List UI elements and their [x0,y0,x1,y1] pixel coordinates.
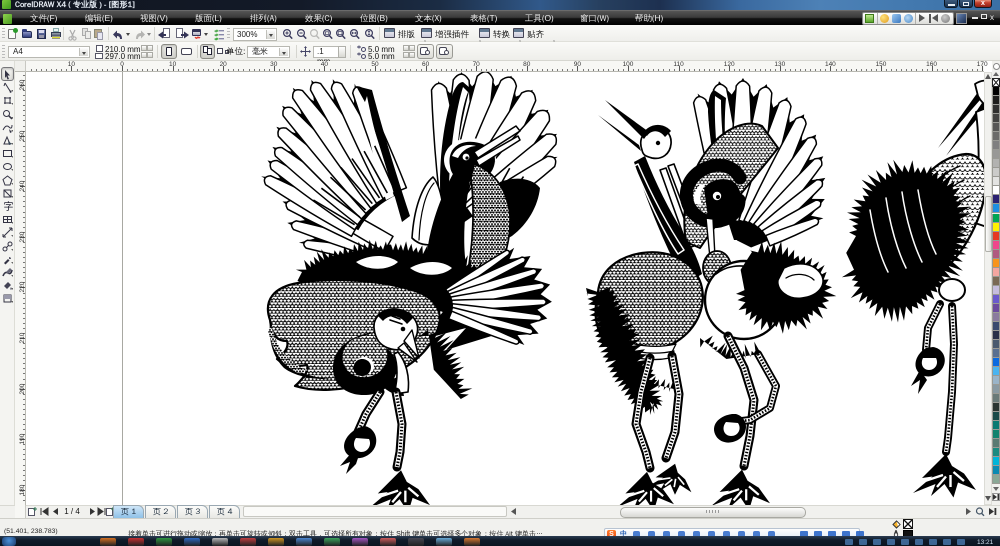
svg-text:字: 字 [4,201,14,212]
